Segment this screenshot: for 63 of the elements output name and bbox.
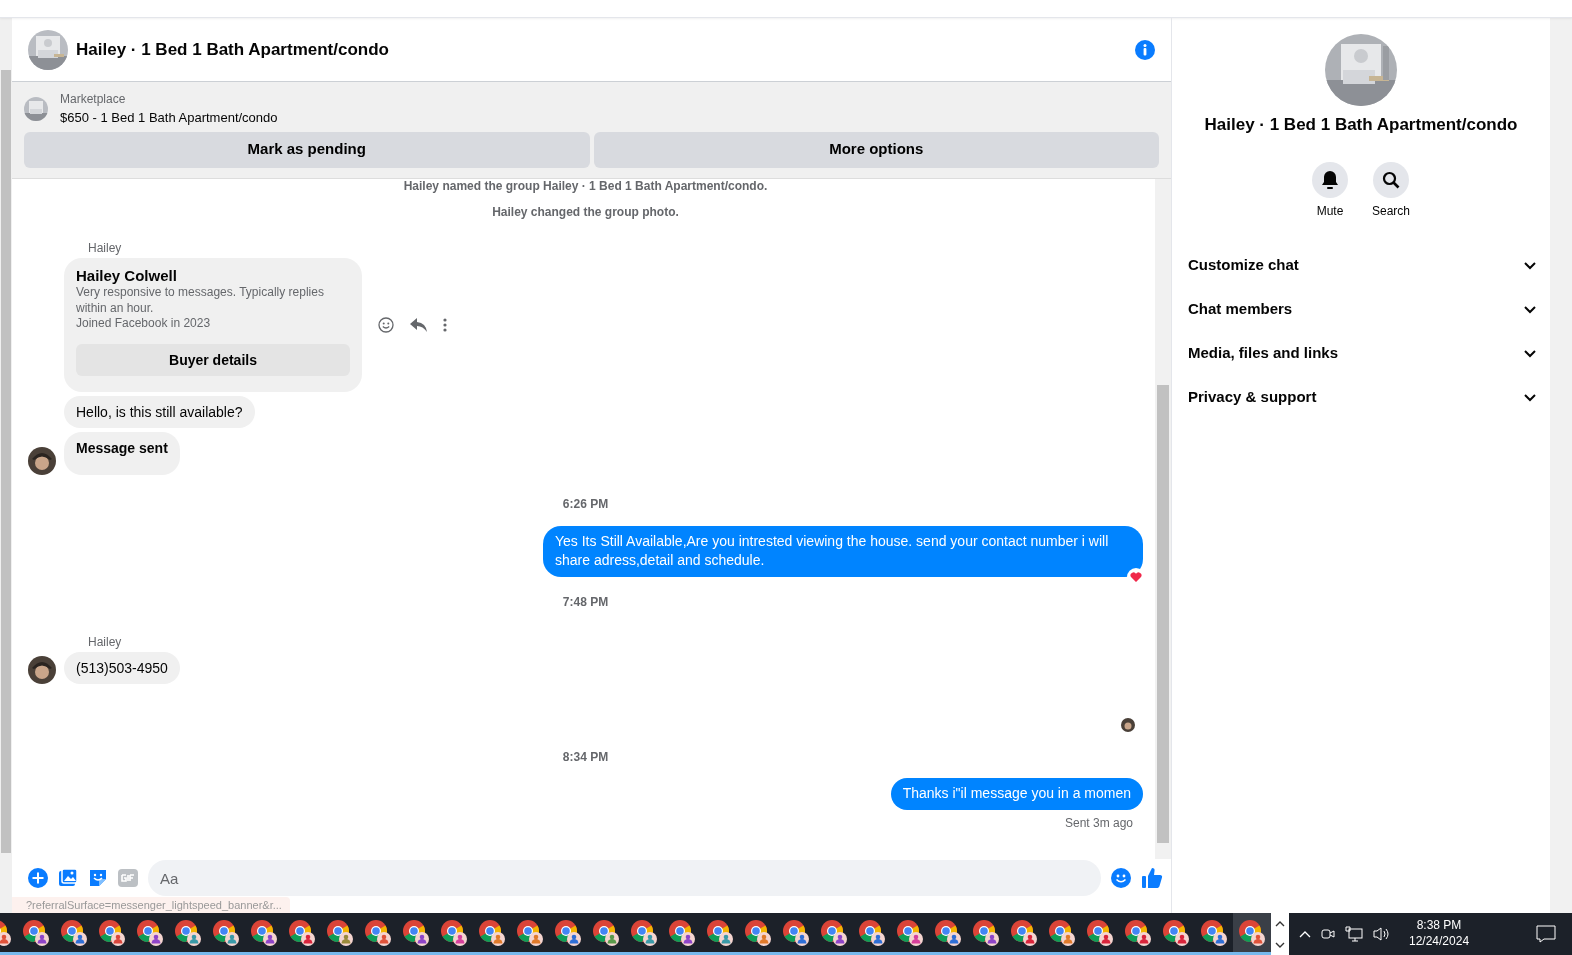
- action-label: Mute: [1315, 202, 1345, 220]
- scrollbar[interactable]: [1155, 178, 1171, 859]
- chevron-up-icon[interactable]: [1299, 930, 1311, 938]
- timestamp: 6:26 PM: [561, 497, 610, 512]
- system-message: Hailey named the group Hailey · 1 Bed 1 Bath Apartment/condo.: [402, 178, 769, 193]
- seen-avatar: [1121, 717, 1135, 732]
- timestamp: 7:48 PM: [561, 594, 610, 610]
- message-bubble: Hello, is this still available?: [64, 395, 255, 429]
- thumbs-up-icon[interactable]: [1141, 867, 1163, 889]
- search-button[interactable]: [1373, 161, 1409, 198]
- sent-status: Sent 3m ago: [1063, 814, 1133, 832]
- profile-name: Hailey Colwell: [76, 265, 178, 286]
- profile-detail: Joined Facebook in 2023: [76, 316, 212, 332]
- scrollbar[interactable]: [1550, 18, 1572, 913]
- sender-name: Hailey: [88, 635, 123, 650]
- listing-label: Marketplace: [60, 91, 127, 108]
- emoji-icon[interactable]: [378, 316, 394, 333]
- speaker-icon[interactable]: [1373, 926, 1391, 942]
- mute-button[interactable]: [1312, 161, 1348, 198]
- network-icon[interactable]: [1345, 926, 1363, 942]
- plus-icon[interactable]: [28, 868, 48, 888]
- scroll-down-icon[interactable]: [1275, 941, 1285, 948]
- sender-name: Hailey: [88, 241, 123, 256]
- bell-icon: [1321, 169, 1339, 190]
- emoji-icon[interactable]: [1111, 868, 1131, 888]
- status-url: ?referralSurface=messenger_lightspeed_banner&r...: [12, 897, 290, 913]
- camera-icon[interactable]: [1321, 926, 1335, 942]
- browser-taskbar-icon[interactable]: [1233, 913, 1271, 955]
- image-icon[interactable]: [58, 868, 78, 888]
- profile-detail: Very responsive to messages. Typically replies within an hour.: [76, 285, 325, 317]
- message-field[interactable]: Aa: [148, 860, 1101, 896]
- panel-title: Hailey · 1 Bed 1 Bath Apartment/condo: [1203, 114, 1519, 136]
- section-header[interactable]: Media, files and links: [1172, 331, 1550, 376]
- clock-time[interactable]: 8:38 PM: [1409, 918, 1470, 934]
- chevron-icon: [1524, 262, 1536, 271]
- chat-title: Hailey · 1 Bed 1 Bath Apartment/condo: [76, 38, 390, 61]
- section-header[interactable]: Customize chat: [1172, 243, 1550, 288]
- reply-icon[interactable]: [410, 317, 427, 332]
- chevron-icon: [1524, 394, 1536, 403]
- listing-title[interactable]: $650 - 1 Bed 1 Bath Apartment/condo: [60, 108, 278, 128]
- listing-button[interactable]: More options: [593, 131, 1159, 168]
- buyer-details-button[interactable]: Buyer details: [76, 343, 350, 376]
- scrollbar-thumb[interactable]: [1157, 384, 1169, 843]
- action-label: Search: [1372, 202, 1410, 220]
- message-bubble: (513)503-4950: [64, 651, 180, 684]
- message-bubble: Thanks i"il message you in a momen: [890, 778, 1143, 810]
- more-icon[interactable]: [443, 317, 447, 332]
- section-header[interactable]: Privacy & support: [1172, 375, 1550, 420]
- scrollbar[interactable]: [0, 18, 12, 913]
- chevron-icon: [1524, 306, 1536, 315]
- scroll-up-icon[interactable]: [1275, 920, 1285, 927]
- listing-button[interactable]: Mark as pending: [24, 131, 590, 168]
- sticker-icon[interactable]: [88, 868, 108, 888]
- timestamp: 8:34 PM: [561, 749, 610, 765]
- clock-date[interactable]: 12/24/2024: [1409, 934, 1470, 950]
- message-bubble: Message sent: [64, 432, 180, 476]
- search-icon: [1382, 170, 1400, 189]
- info-icon[interactable]: [1135, 39, 1155, 60]
- system-message: Hailey changed the group photo.: [491, 204, 680, 220]
- scrollbar-thumb[interactable]: [1, 70, 11, 853]
- chevron-icon: [1524, 350, 1536, 359]
- notification-icon[interactable]: [1536, 925, 1556, 943]
- section-header[interactable]: Chat members: [1172, 287, 1550, 332]
